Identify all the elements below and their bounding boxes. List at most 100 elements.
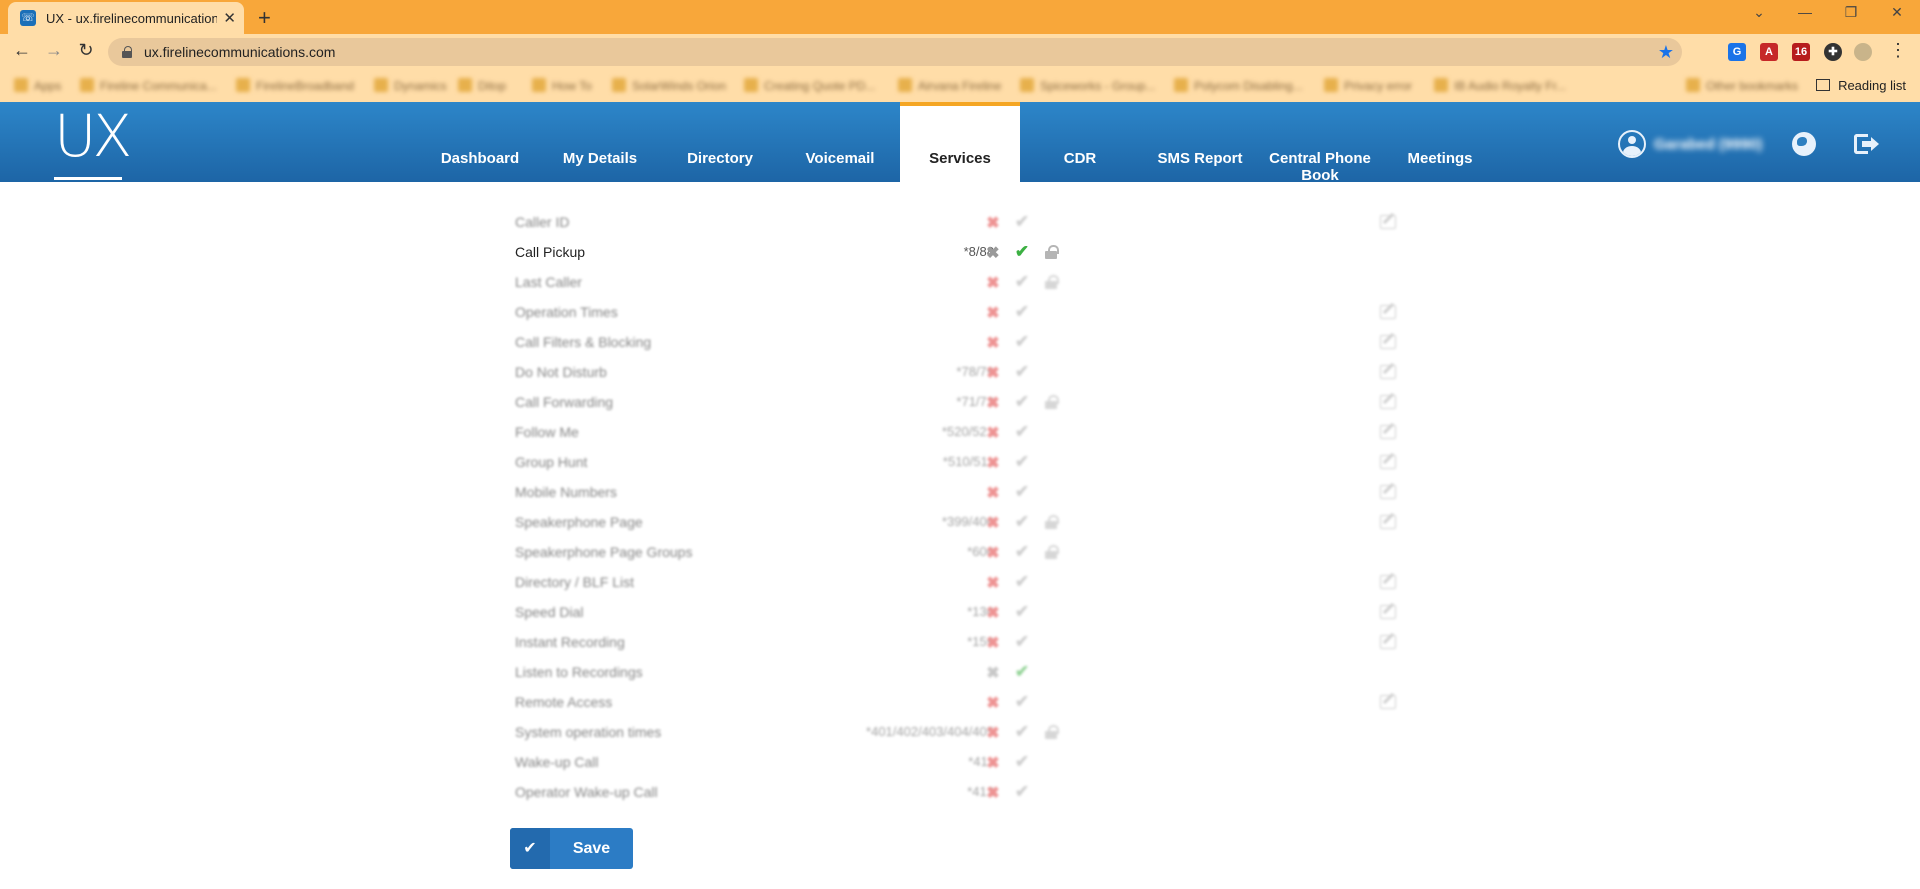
edit-icon[interactable] bbox=[1380, 215, 1396, 229]
bookmark-item[interactable]: Airvana Fireline bbox=[898, 78, 1001, 93]
disable-x-icon[interactable]: ✖ bbox=[985, 753, 1001, 773]
browser-tab[interactable]: ☏ UX - ux.firelinecommunications.c ✕ bbox=[8, 2, 244, 34]
enable-check-icon[interactable]: ✔ bbox=[1013, 692, 1031, 712]
bookmark-item[interactable]: How To bbox=[532, 78, 592, 93]
bookmark-item[interactable]: Creating Quote PD... bbox=[744, 78, 875, 93]
reading-list-button[interactable]: Reading list bbox=[1816, 78, 1906, 93]
disable-x-icon[interactable]: ✖ bbox=[985, 273, 1001, 293]
edit-icon[interactable] bbox=[1380, 515, 1396, 529]
enable-check-icon[interactable]: ✔ bbox=[1013, 722, 1031, 742]
disable-x-icon[interactable]: ✖ bbox=[985, 453, 1001, 473]
edit-icon[interactable] bbox=[1380, 335, 1396, 349]
edit-icon[interactable] bbox=[1380, 305, 1396, 319]
forward-icon[interactable]: → bbox=[42, 40, 66, 61]
nav-tab-directory[interactable]: Directory bbox=[660, 102, 780, 182]
enable-check-icon[interactable]: ✔ bbox=[1013, 632, 1031, 652]
minimize-icon[interactable]: — bbox=[1790, 4, 1820, 20]
enable-check-icon[interactable]: ✔ bbox=[1013, 782, 1031, 802]
pdf-extension-icon[interactable]: A bbox=[1760, 43, 1778, 61]
edit-icon[interactable] bbox=[1380, 365, 1396, 379]
nav-tab-voicemail[interactable]: Voicemail bbox=[780, 102, 900, 182]
lock-icon[interactable] bbox=[1045, 275, 1059, 289]
nav-tab-sms-report[interactable]: SMS Report bbox=[1140, 102, 1260, 182]
tab-search-icon[interactable]: ⌄ bbox=[1744, 4, 1774, 21]
bookmark-item[interactable]: Polycom Disabling... bbox=[1174, 78, 1303, 93]
enable-check-icon[interactable]: ✔ bbox=[1013, 572, 1031, 592]
bookmark-item[interactable]: Apps bbox=[14, 78, 61, 93]
lock-icon[interactable] bbox=[1045, 545, 1059, 559]
bookmark-item[interactable]: SolarWinds Orion bbox=[612, 78, 726, 93]
bookmark-item[interactable]: Ditop bbox=[458, 78, 506, 93]
edit-icon[interactable] bbox=[1380, 395, 1396, 409]
nav-tab-my-details[interactable]: My Details bbox=[540, 102, 660, 182]
window-close-icon[interactable]: ✕ bbox=[1882, 4, 1912, 21]
address-bar[interactable]: ux.firelinecommunications.com ★ bbox=[108, 38, 1682, 66]
bookmark-item[interactable]: IB Audio Royalty Fr... bbox=[1434, 78, 1566, 93]
edit-icon[interactable] bbox=[1380, 605, 1396, 619]
extension-g-icon[interactable]: G bbox=[1728, 43, 1746, 61]
enable-check-icon[interactable]: ✔ bbox=[1013, 302, 1031, 322]
disable-x-icon[interactable]: ✖ bbox=[985, 663, 1001, 683]
globe-icon[interactable] bbox=[1792, 132, 1816, 156]
save-button[interactable]: ✔ Save bbox=[510, 828, 633, 869]
enable-check-icon[interactable]: ✔ bbox=[1013, 482, 1031, 502]
bookmark-item[interactable]: Fireline Communica... bbox=[80, 78, 217, 93]
enable-check-icon[interactable]: ✔ bbox=[1013, 512, 1031, 532]
edit-icon[interactable] bbox=[1380, 695, 1396, 709]
enable-check-icon[interactable]: ✔ bbox=[1013, 422, 1031, 442]
disable-x-icon[interactable]: ✖ bbox=[985, 603, 1001, 623]
disable-x-icon[interactable]: ✖ bbox=[985, 483, 1001, 503]
disable-x-icon[interactable]: ✖ bbox=[985, 573, 1001, 593]
enable-check-icon[interactable]: ✔ bbox=[1013, 362, 1031, 382]
disable-x-icon[interactable]: ✖ bbox=[985, 693, 1001, 713]
disable-x-icon[interactable]: ✖ bbox=[985, 363, 1001, 383]
lock-icon[interactable] bbox=[1045, 515, 1059, 529]
profile-avatar-icon[interactable] bbox=[1854, 43, 1872, 61]
restore-icon[interactable]: ❐ bbox=[1836, 4, 1866, 21]
user-menu[interactable]: Garabed (9990) bbox=[1618, 130, 1762, 158]
logout-icon[interactable] bbox=[1854, 132, 1879, 156]
disable-x-icon[interactable]: ✖ bbox=[985, 633, 1001, 653]
nav-tab-dashboard[interactable]: Dashboard bbox=[420, 102, 540, 182]
enable-check-icon[interactable]: ✔ bbox=[1013, 542, 1031, 562]
puzzle-extensions-icon[interactable]: ✚ bbox=[1824, 43, 1842, 61]
disable-x-icon[interactable]: ✖ bbox=[985, 303, 1001, 323]
enable-check-icon[interactable]: ✔ bbox=[1013, 242, 1031, 262]
enable-check-icon[interactable]: ✔ bbox=[1013, 272, 1031, 292]
disable-x-icon[interactable]: ✖ bbox=[985, 333, 1001, 353]
reload-icon[interactable]: ↻ bbox=[74, 40, 98, 61]
enable-check-icon[interactable]: ✔ bbox=[1013, 602, 1031, 622]
edit-icon[interactable] bbox=[1380, 635, 1396, 649]
lock-icon[interactable] bbox=[1045, 395, 1059, 409]
calendar-extension-icon[interactable]: 16 bbox=[1792, 43, 1810, 61]
bookmark-item[interactable]: Dynamics bbox=[374, 78, 447, 93]
nav-tab-central-phone-book[interactable]: Central Phone Book bbox=[1260, 102, 1380, 184]
bookmark-item[interactable]: Privacy error bbox=[1324, 78, 1412, 93]
enable-check-icon[interactable]: ✔ bbox=[1013, 752, 1031, 772]
edit-icon[interactable] bbox=[1380, 425, 1396, 439]
edit-icon[interactable] bbox=[1380, 485, 1396, 499]
back-icon[interactable]: ← bbox=[10, 40, 34, 61]
disable-x-icon[interactable]: ✖ bbox=[985, 513, 1001, 533]
bookmark-item[interactable]: Spiceworks - Group... bbox=[1020, 78, 1155, 93]
bookmark-item[interactable]: FirelineBroadband bbox=[236, 78, 354, 93]
new-tab-icon[interactable]: + bbox=[258, 5, 271, 31]
disable-x-icon[interactable]: ✖ bbox=[985, 423, 1001, 443]
enable-check-icon[interactable]: ✔ bbox=[1013, 392, 1031, 412]
edit-icon[interactable] bbox=[1380, 575, 1396, 589]
browser-menu-icon[interactable]: ⋮ bbox=[1886, 40, 1910, 61]
enable-check-icon[interactable]: ✔ bbox=[1013, 212, 1031, 232]
enable-check-icon[interactable]: ✔ bbox=[1013, 452, 1031, 472]
lock-icon[interactable] bbox=[1045, 725, 1059, 739]
disable-x-icon[interactable]: ✖ bbox=[985, 543, 1001, 563]
enable-check-icon[interactable]: ✔ bbox=[1013, 332, 1031, 352]
edit-icon[interactable] bbox=[1380, 455, 1396, 469]
close-tab-icon[interactable]: ✕ bbox=[223, 9, 236, 27]
nav-tab-meetings[interactable]: Meetings bbox=[1380, 102, 1500, 182]
ux-logo[interactable]: UX bbox=[54, 106, 132, 180]
bookmark-star-icon[interactable]: ★ bbox=[1658, 42, 1674, 63]
enable-check-icon[interactable]: ✔ bbox=[1013, 662, 1031, 682]
nav-tab-cdr[interactable]: CDR bbox=[1020, 102, 1140, 182]
disable-x-icon[interactable]: ✖ bbox=[985, 723, 1001, 743]
disable-x-icon[interactable]: ✖ bbox=[985, 213, 1001, 233]
